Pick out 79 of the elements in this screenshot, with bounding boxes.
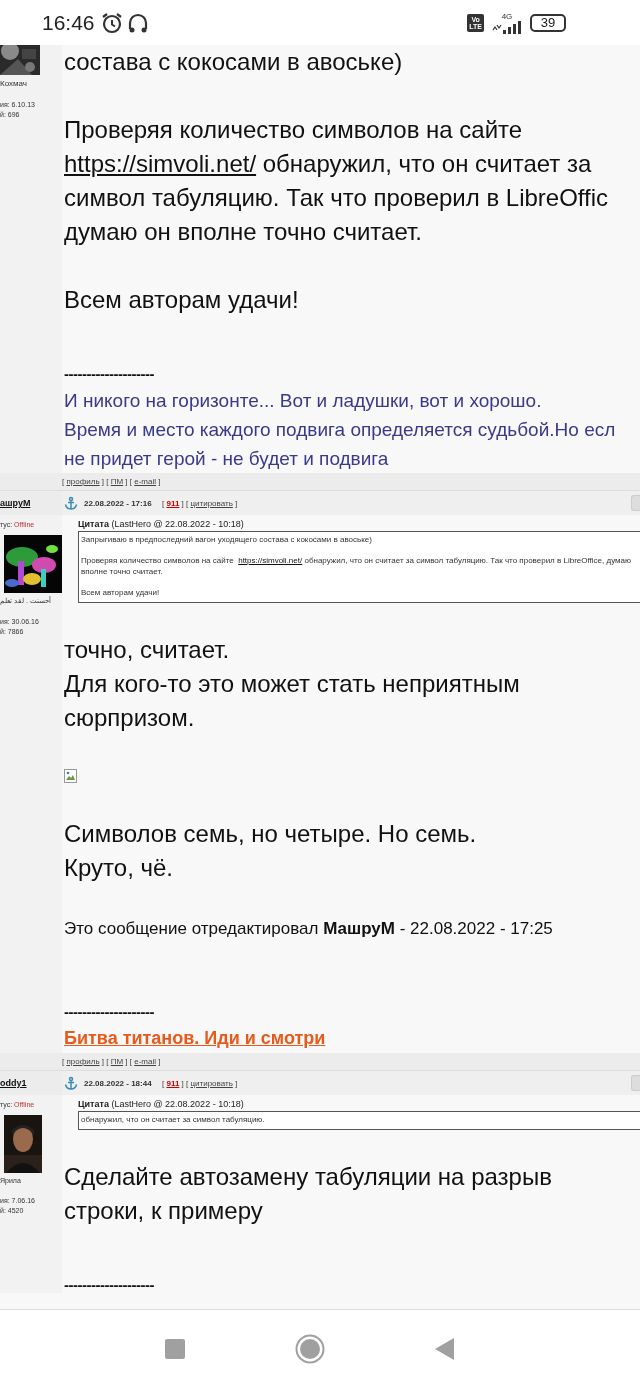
bracket: ] <box>234 498 238 508</box>
profile-link[interactable]: профиль <box>66 477 100 486</box>
text-line: сюрпризом. <box>64 703 196 733</box>
text-line: обнаружил, что он считает за символ табуляцию. <box>81 1114 266 1125</box>
text-line: Запрыгиваю в предпоследний вагон уходящего состава с кокосами в авоське) <box>81 534 373 545</box>
bracket: [ <box>105 1057 110 1066</box>
profile-link[interactable]: профиль <box>66 1057 100 1066</box>
bracket: [ <box>62 1057 66 1066</box>
text-line: Символов семь, но четыре. Но семь. <box>64 819 478 849</box>
bracket: ] <box>157 477 161 486</box>
quote-label: Цитата <box>78 519 109 529</box>
text-line: Для кого-то это может стать неприятным <box>64 669 521 699</box>
rating-link[interactable]: 911 <box>166 1078 180 1088</box>
bracket: [ <box>105 477 110 486</box>
edit-note: Это сообщение отредактировал МашруМ - 22.08.2022 - 17:25 <box>64 919 554 939</box>
bracket: ] <box>100 1057 105 1066</box>
bracket: [ <box>162 1078 166 1088</box>
text-line: состава с кокосами в авоське) <box>64 47 404 77</box>
broken-image-icon <box>64 769 78 783</box>
profile-link[interactable]: ПМ <box>110 1057 124 1066</box>
bracket: [ <box>185 1078 190 1088</box>
network-type: 4G <box>501 11 513 21</box>
quote-source: (LastHero @ 22.08.2022 - 10:18) <box>110 519 244 529</box>
signature-line: Время и место каждого подвига определяется судьбой.Но есл <box>64 418 617 442</box>
bracket: ] <box>124 1057 128 1066</box>
text-line: Проверяя количество символов на сайте <box>64 115 524 145</box>
bracket: ] <box>157 1057 161 1066</box>
quote-source: (LastHero @ 22.08.2022 - 10:18) <box>110 1099 244 1109</box>
text-line: точно, считает. <box>64 635 231 665</box>
bracket: ] <box>180 1078 184 1088</box>
clock-time: 16:46 <box>42 10 95 35</box>
profile-link[interactable]: e-mail <box>134 1057 157 1066</box>
headphones-icon <box>126 11 149 34</box>
text-line: думаю он вполне точно считает. <box>64 217 423 247</box>
text-line: Сделайте автозамену табуляции на разрыв <box>64 1162 553 1192</box>
link[interactable]: https://simvoli.net/ <box>64 150 257 177</box>
post-date: 22.08.2022 - 18:44 <box>84 1078 153 1088</box>
text-line: обнаружил, что он считает за символ табуляцию. Так что проверил в LibreOffice, думаю <box>303 556 631 565</box>
quote-link[interactable]: цитировать <box>190 498 233 508</box>
text-line: Всем авторам удачи! <box>81 587 161 598</box>
username-link[interactable]: oddy1 <box>0 1078 27 1088</box>
bracket: ] <box>234 1078 238 1088</box>
alarm-clock-icon <box>100 11 123 34</box>
bracket: [ <box>162 498 166 508</box>
post-date: 22.08.2022 - 17:16 <box>84 498 153 508</box>
anchor-icon[interactable] <box>64 496 78 510</box>
quote-link[interactable]: цитировать <box>190 1078 233 1088</box>
signal-icon <box>492 20 522 34</box>
bracket: ] <box>180 498 184 508</box>
quote-label: Цитата <box>78 1099 109 1109</box>
bracket: [ <box>185 498 190 508</box>
battery-icon: 39 <box>530 13 566 32</box>
signature-line: не придет герой - не будет и подвига <box>64 447 390 471</box>
anchor-icon[interactable] <box>64 1076 78 1090</box>
bracket: ] <box>100 477 105 486</box>
rating-link[interactable]: 911 <box>166 498 180 508</box>
profile-link[interactable]: e-mail <box>134 477 157 486</box>
text-line: Проверяя количество символов на сайте <box>81 556 235 565</box>
text-line: Круто, чё. <box>64 853 174 883</box>
profile-link[interactable]: ПМ <box>110 477 124 486</box>
back-icon[interactable] <box>435 1337 455 1360</box>
username: Кохмач <box>0 79 28 88</box>
separator-line: -------------------- <box>64 1003 155 1020</box>
text-line: вполне точно считает. <box>81 566 164 577</box>
bracket: [ <box>128 477 134 486</box>
text-line: символ табуляцию. Так что проверил в LibreOffic <box>64 183 610 213</box>
separator-line: -------------------- <box>64 365 155 382</box>
bracket: ] <box>124 477 128 486</box>
text-line: обнаружил, что он считает за <box>261 150 592 177</box>
username-link[interactable]: ашруМ <box>0 498 31 508</box>
link[interactable]: https://simvoli.net/ <box>238 556 303 565</box>
signature-line: И никого на горизонте... Вот и ладушки, вот и хорошо. <box>64 389 543 413</box>
recent-apps-icon[interactable] <box>165 1338 185 1359</box>
text-line: Всем авторам удачи! <box>64 285 300 315</box>
separator-line: -------------------- <box>64 1276 155 1293</box>
home-icon[interactable] <box>295 1333 325 1364</box>
bracket: [ <box>128 1057 134 1066</box>
bracket: [ <box>62 477 66 486</box>
text-line: строки, к примеру <box>64 1196 264 1226</box>
